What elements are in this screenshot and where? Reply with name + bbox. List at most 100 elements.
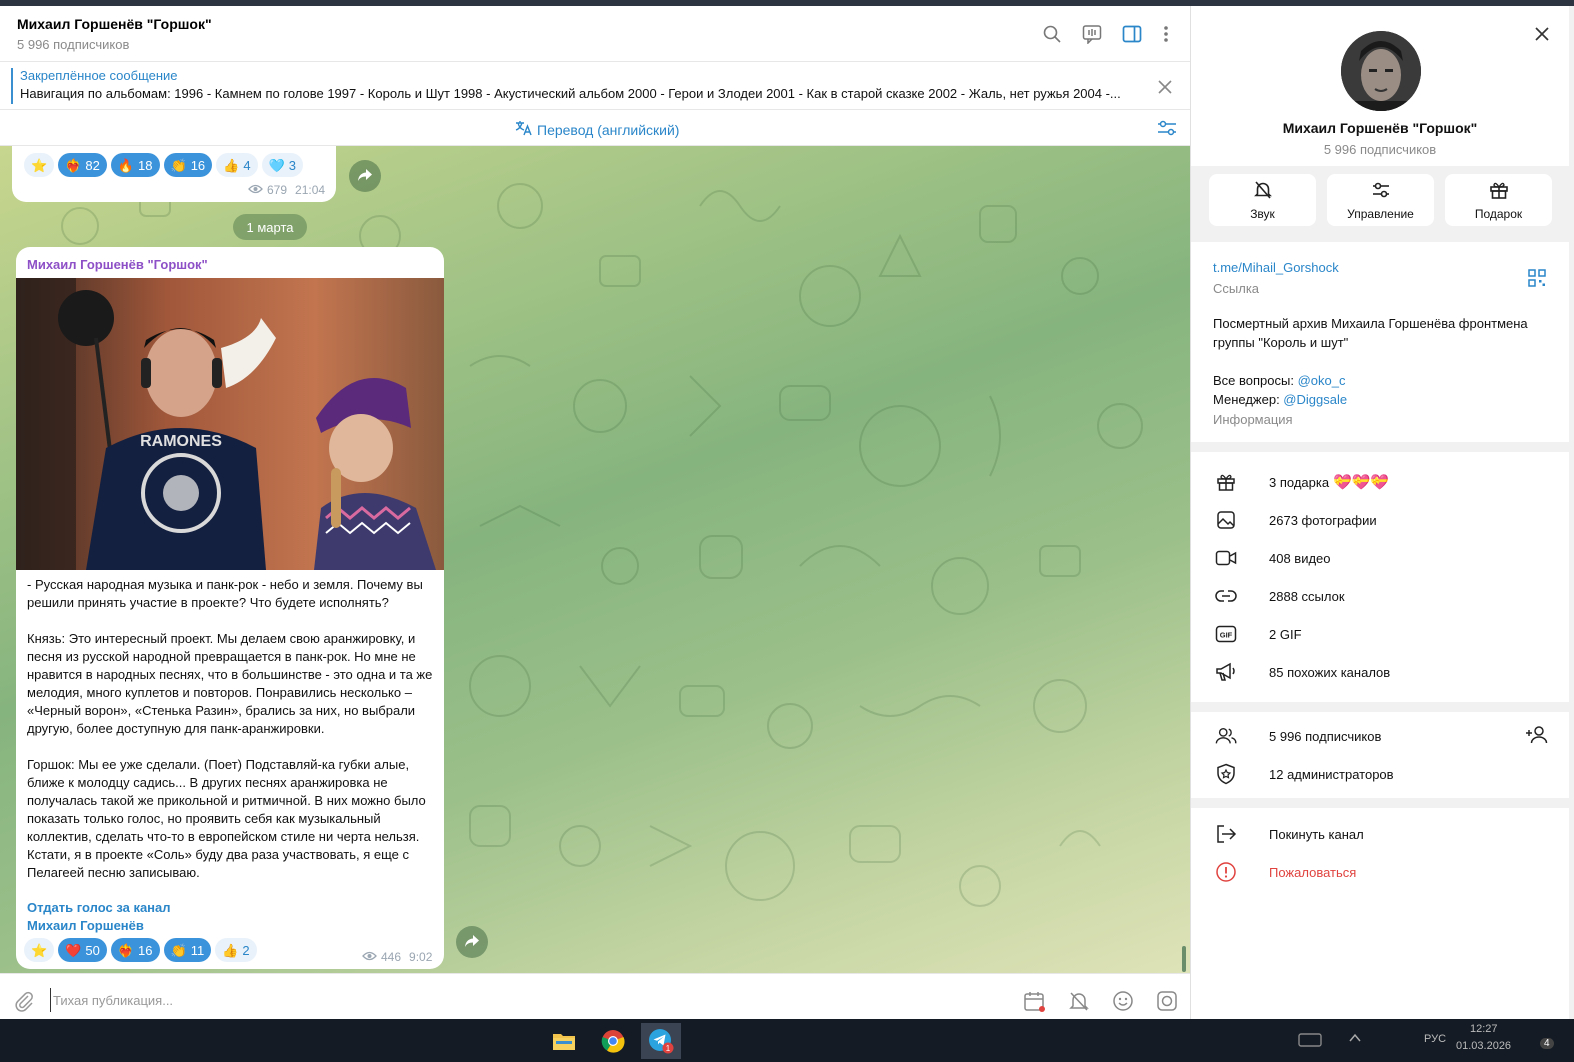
- gift-icon: [1489, 180, 1509, 203]
- more-vertical-icon[interactable]: [1155, 23, 1177, 45]
- reaction-heart[interactable]: ❤️ 50: [58, 938, 107, 962]
- reaction-fire[interactable]: 🔥 18: [110, 153, 160, 177]
- file-explorer-icon[interactable]: [544, 1023, 584, 1059]
- similar-channels-row[interactable]: 85 похожих каналов: [1191, 653, 1569, 691]
- reaction-heart-fire[interactable]: ❤️‍🔥 16: [110, 938, 160, 962]
- chevron-up-icon[interactable]: [1349, 1033, 1361, 1046]
- gifts-row[interactable]: 3 подарка 💝💝💝: [1191, 463, 1569, 501]
- gift-button[interactable]: Подарок: [1445, 174, 1552, 226]
- svg-text:RAMONES: RAMONES: [140, 433, 222, 450]
- chrome-icon[interactable]: [593, 1023, 633, 1059]
- channel-info-panel: Михаил Горшенёв "Горшок" 5 996 подписчик…: [1190, 6, 1574, 1019]
- clock-date[interactable]: 01.03.2026: [1456, 1040, 1511, 1052]
- message-text: - Русская народная музыка и панк-рок - н…: [27, 577, 433, 880]
- add-user-icon[interactable]: [1525, 725, 1549, 748]
- pinned-title: Закреплённое сообщение: [20, 68, 178, 83]
- message-meta: 446 9:02: [362, 950, 432, 964]
- emoji-icon[interactable]: [1111, 989, 1135, 1013]
- message-photo[interactable]: RAMONES: [16, 278, 444, 570]
- chat-scrollbar[interactable]: [1182, 946, 1186, 972]
- vote-link[interactable]: Отдать голос за канал: [27, 900, 171, 915]
- reaction-clap[interactable]: 👏 11: [163, 938, 212, 962]
- reaction-thumbs-up[interactable]: 👍 2: [215, 938, 257, 962]
- reaction-blue-heart[interactable]: 🩵 3: [261, 153, 303, 177]
- links-row[interactable]: 2888 ссылок: [1191, 577, 1569, 615]
- profile-header: Михаил Горшенёв "Горшок" 5 996 подписчик…: [1191, 6, 1569, 166]
- actions-section: Покинуть канал Пожаловаться: [1191, 808, 1569, 1019]
- reaction-heart-fire[interactable]: ❤️‍🔥 82: [58, 153, 107, 177]
- eye-icon: [248, 183, 263, 197]
- photos-row[interactable]: 2673 фотографии: [1191, 501, 1569, 539]
- message-time: 21:04: [295, 183, 326, 197]
- message-bubble[interactable]: Михаил Горшенёв "Горшок" RAMONES - Русск…: [16, 247, 444, 969]
- taskbar: 1 РУС 12:27 01.03.2026 4: [0, 1019, 1574, 1062]
- date-separator: 1 марта: [233, 214, 307, 240]
- previous-message-bubble[interactable]: ⭐ ❤️‍🔥 82 🔥 18 👏 16 👍 4 🩵 3 679 21:04: [12, 146, 336, 202]
- telegram-icon[interactable]: 1: [641, 1023, 681, 1059]
- chat-header[interactable]: Михаил Горшенёв "Горшок" 5 996 подписчик…: [0, 6, 1190, 62]
- close-icon[interactable]: [1531, 23, 1553, 45]
- reaction-star[interactable]: ⭐: [24, 938, 55, 962]
- avatar[interactable]: [1341, 31, 1421, 111]
- gift-icon: [1215, 471, 1237, 493]
- translate-bar: Перевод (английский): [0, 110, 1190, 146]
- silent-bell-icon[interactable]: [1067, 989, 1091, 1013]
- qr-code-icon[interactable]: [1528, 269, 1546, 287]
- pinned-text: Навигация по альбомам: 1996 - Камнем по …: [20, 86, 1121, 101]
- reaction-star[interactable]: ⭐: [24, 153, 55, 177]
- sound-button[interactable]: Звук: [1209, 174, 1316, 226]
- report-icon: [1215, 861, 1237, 883]
- camera-icon[interactable]: [1155, 989, 1179, 1013]
- report-row[interactable]: Пожаловаться: [1191, 853, 1569, 891]
- avatar-portrait: [1341, 31, 1421, 111]
- previous-message-reactions: ⭐ ❤️‍🔥 82 🔥 18 👏 16 👍 4 🩵 3: [24, 153, 303, 177]
- link-icon: [1215, 585, 1237, 607]
- share-button[interactable]: [456, 926, 488, 958]
- chat-title[interactable]: Михаил Горшенёв "Горшок": [17, 16, 212, 32]
- eye-icon: [362, 950, 377, 964]
- clock-time[interactable]: 12:27: [1470, 1023, 1498, 1035]
- leave-channel-row[interactable]: Покинуть канал: [1191, 815, 1569, 853]
- close-icon[interactable]: [1155, 77, 1175, 97]
- view-count: 446: [381, 950, 402, 964]
- share-button[interactable]: [349, 160, 381, 192]
- message-input[interactable]: [50, 988, 650, 1012]
- author-link[interactable]: Михаил Горшенёв: [27, 918, 144, 933]
- link-caption: Ссылка: [1213, 281, 1260, 296]
- pinned-indicator: [11, 68, 13, 104]
- subscribers-row[interactable]: 5 996 подписчиков: [1191, 717, 1569, 755]
- previous-message-meta: 679 21:04: [248, 183, 325, 197]
- translate-button[interactable]: Перевод (английский): [515, 120, 679, 139]
- gift-hearts: 💝💝💝: [1333, 474, 1390, 491]
- translate-label: Перевод (английский): [537, 121, 680, 138]
- channel-link[interactable]: t.me/Mihail_Gorshock: [1213, 260, 1339, 275]
- message-author[interactable]: Михаил Горшенёв "Горшок": [27, 257, 208, 272]
- photo-icon: [1215, 509, 1237, 531]
- pinned-message-bar[interactable]: Закреплённое сообщение Навигация по альб…: [0, 62, 1190, 110]
- gifs-row[interactable]: GIF 2 GIF: [1191, 615, 1569, 653]
- manage-button[interactable]: Управление: [1327, 174, 1434, 226]
- live-stream-icon[interactable]: [1081, 23, 1103, 45]
- videos-row[interactable]: 408 видео: [1191, 539, 1569, 577]
- reaction-thumbs-up[interactable]: 👍 4: [216, 153, 258, 177]
- gif-icon: GIF: [1215, 623, 1237, 645]
- translate-settings-icon[interactable]: [1157, 119, 1177, 137]
- paperclip-icon[interactable]: [13, 990, 35, 1012]
- studio-photo-illustration: RAMONES: [16, 278, 444, 570]
- message-composer: [0, 973, 1190, 1025]
- tray-network-icon[interactable]: [1298, 1031, 1322, 1052]
- chat-subscribers: 5 996 подписчиков: [17, 37, 130, 52]
- channel-name: Михаил Горшенёв "Горшок": [1282, 120, 1478, 136]
- shield-icon: [1215, 763, 1237, 785]
- questions-handle-link[interactable]: @oko_c: [1298, 373, 1346, 388]
- language-indicator[interactable]: РУС: [1424, 1033, 1446, 1045]
- notification-badge[interactable]: 4: [1540, 1038, 1554, 1049]
- search-icon[interactable]: [1041, 23, 1063, 45]
- administrators-row[interactable]: 12 администраторов: [1191, 755, 1569, 793]
- reaction-clap[interactable]: 👏 16: [163, 153, 213, 177]
- schedule-icon[interactable]: [1022, 989, 1046, 1013]
- sidebar-toggle-icon[interactable]: [1121, 23, 1143, 45]
- sliders-icon: [1371, 180, 1391, 203]
- message-time: 9:02: [409, 950, 433, 964]
- manager-handle-link[interactable]: @Diggsale: [1283, 392, 1347, 407]
